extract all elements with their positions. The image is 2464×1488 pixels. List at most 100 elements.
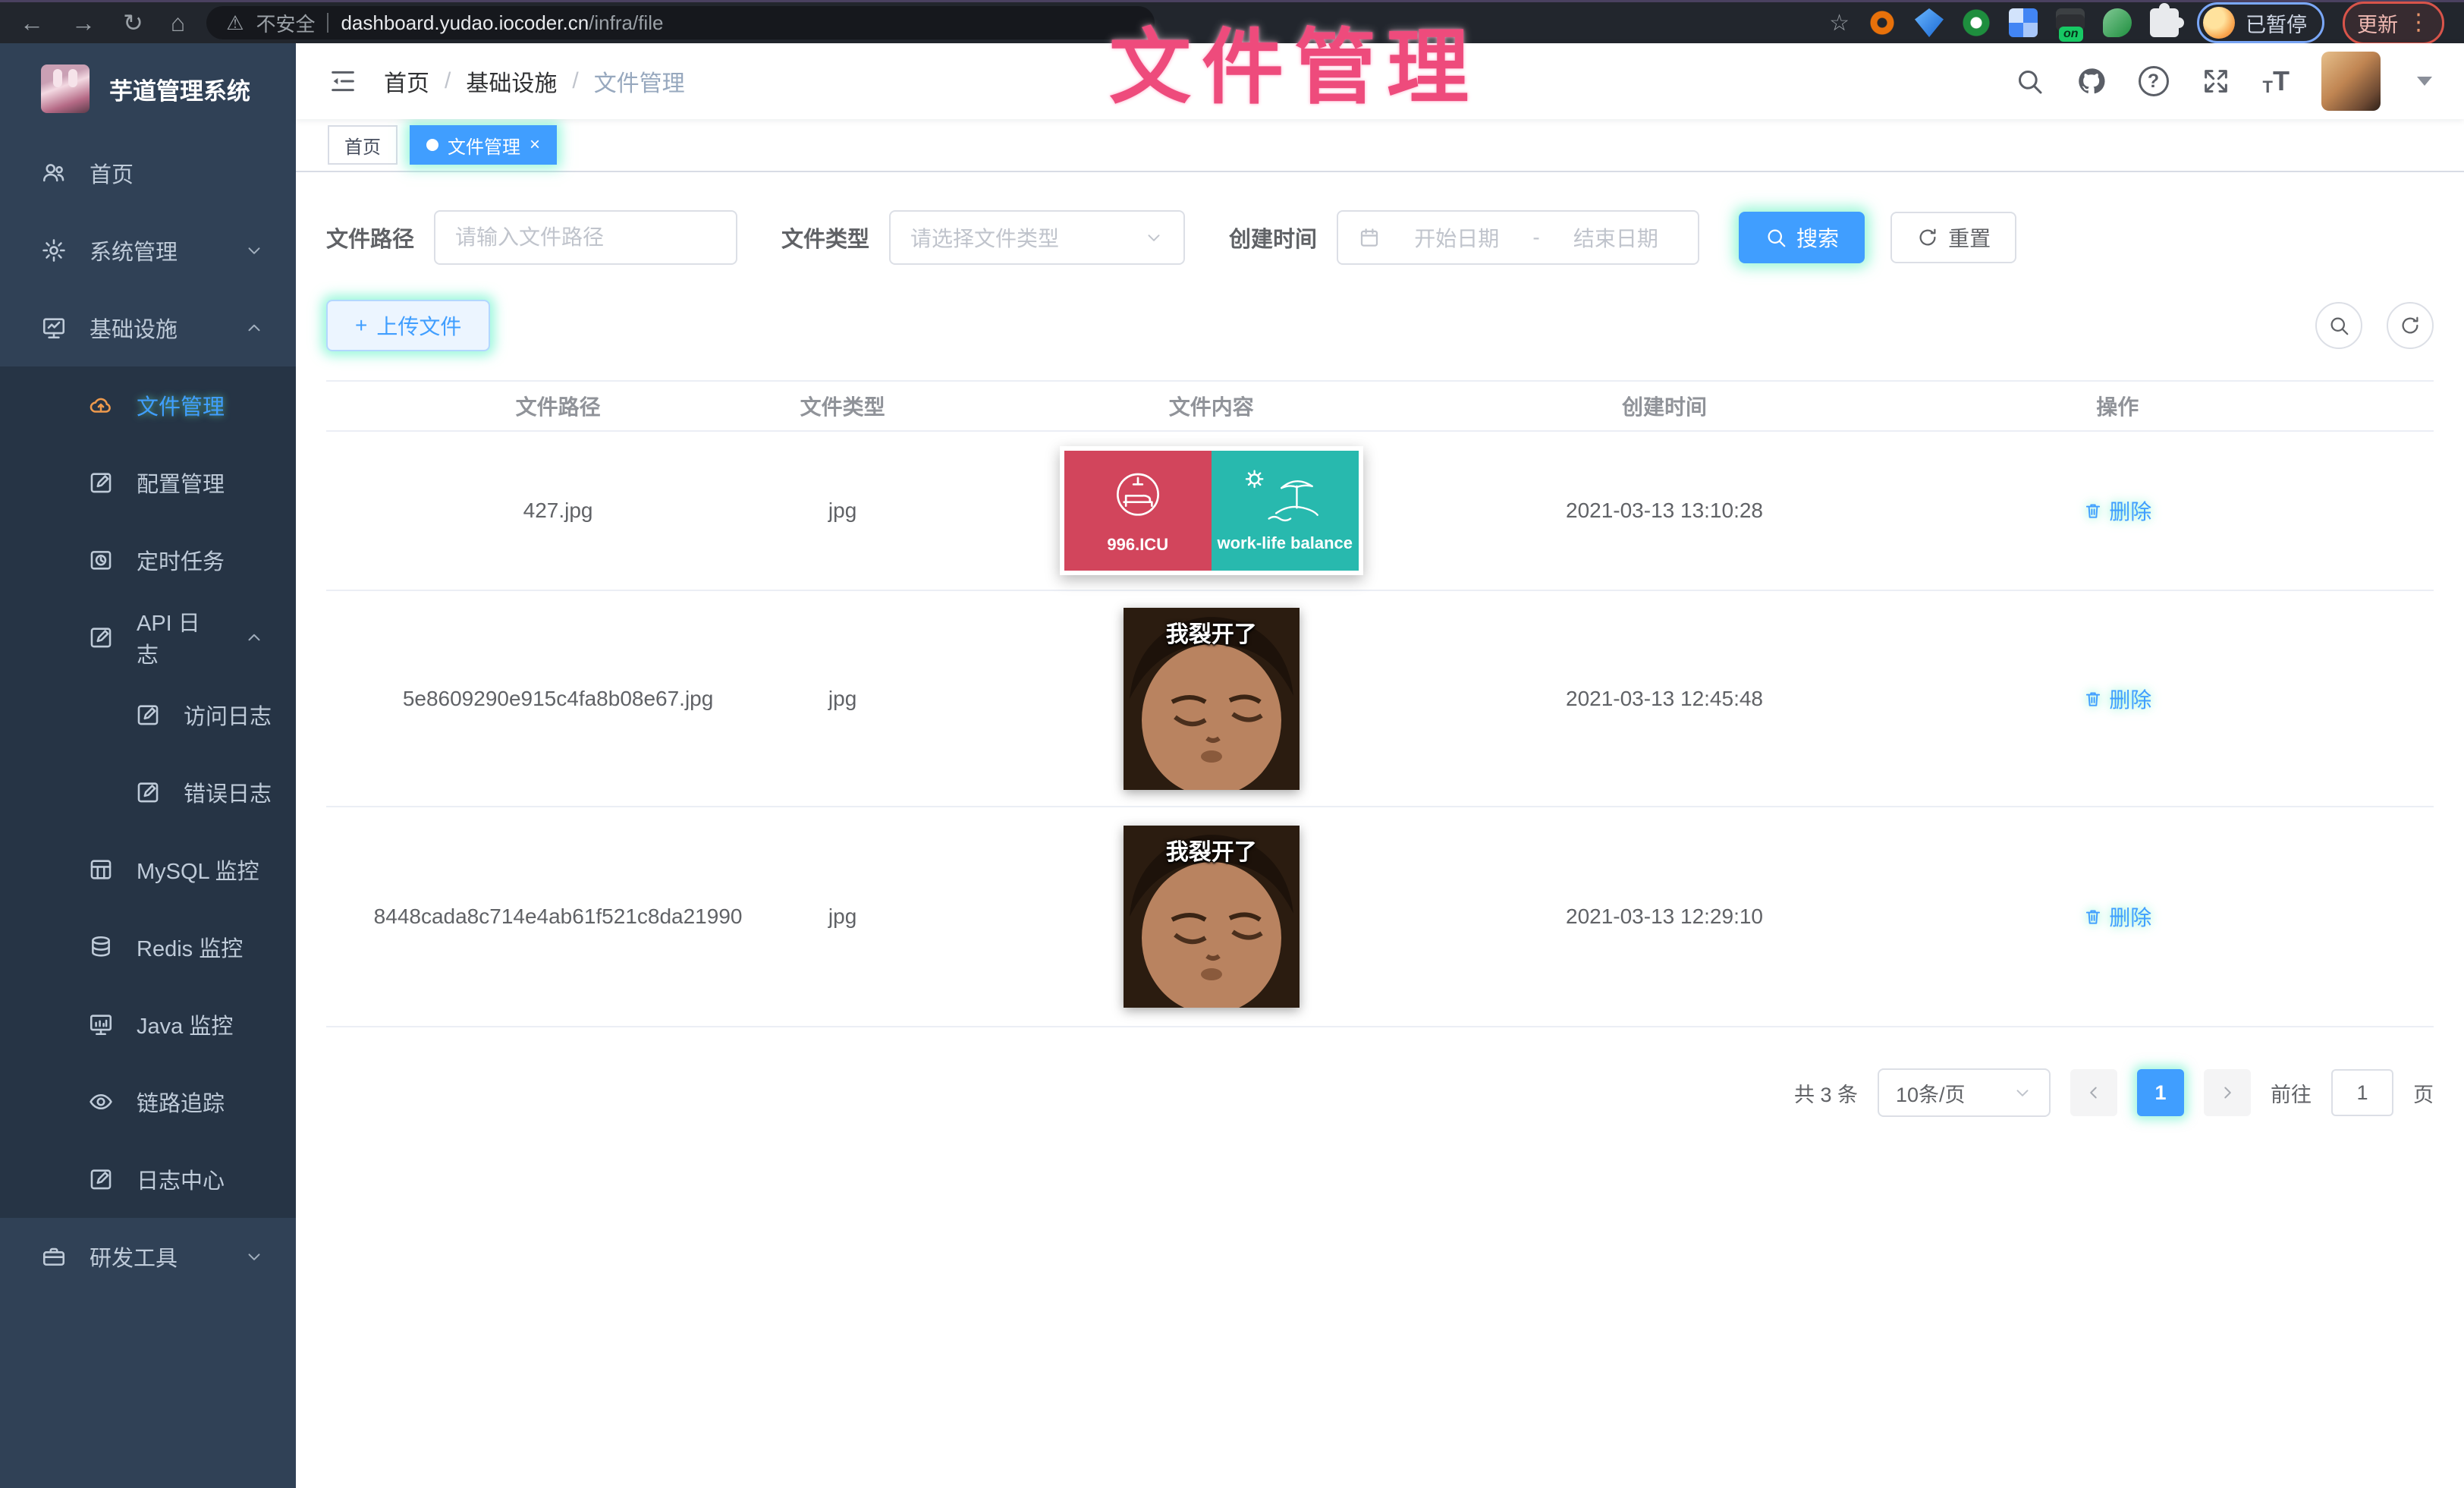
extension-on-icon[interactable]: on [2056,8,2085,37]
extension-green-icon[interactable] [1962,8,1991,37]
cell-file-type: jpg [790,678,895,720]
table-row: 5e8609290e915c4fa8b08e67.jpg jpg [326,591,2434,807]
extension-leaf-icon[interactable] [2103,8,2132,37]
sidebar-item-file[interactable]: 文件管理 [0,366,296,444]
path-input[interactable] [455,225,716,250]
breadcrumb-infra[interactable]: 基础设施 [466,64,557,98]
sidebar-item-api-log[interactable]: API 日志 [0,599,296,676]
cell-create-time: 2021-03-13 13:10:28 [1527,489,1801,532]
address-bar[interactable]: ⚠ 不安全 dashboard.yudao.iocoder.cn/infra/f… [206,6,1155,39]
chevron-up-icon [244,318,264,338]
reset-button[interactable]: 重置 [1890,212,2016,263]
page-number-button[interactable]: 1 [2137,1069,2184,1116]
sidebar-item-job[interactable]: 定时任务 [0,521,296,599]
edit-icon [88,470,114,495]
breadcrumb-home[interactable]: 首页 [384,64,429,98]
tag-home[interactable]: 首页 [328,125,398,165]
goto-page-input[interactable] [2331,1069,2393,1116]
tags-bar: 首页 文件管理 × [296,119,2464,172]
sidebar-item-error-log[interactable]: 错误日志 [0,753,296,831]
browser-update-button[interactable]: 更新 ⋮ [2343,2,2444,45]
search-icon[interactable] [2014,66,2044,96]
plus-icon: + [355,313,367,338]
back-icon[interactable]: ← [20,9,44,37]
github-icon[interactable] [2076,66,2107,96]
path-label: 文件路径 [326,222,414,253]
user-avatar[interactable] [2321,52,2381,111]
cell-create-time: 2021-03-13 12:29:10 [1527,895,1801,938]
sidebar-item-java[interactable]: Java 监控 [0,986,296,1063]
tag-close-icon[interactable]: × [530,134,540,156]
help-icon[interactable]: ? [2139,66,2169,96]
home-icon[interactable]: ⌂ [171,9,185,37]
pagination: 共 3 条 10条/页 1 前往 页 [326,1068,2434,1147]
delete-link[interactable]: 删除 [2083,901,2151,932]
eye-icon [88,1089,114,1115]
monitor-icon [41,315,67,341]
fullscreen-icon[interactable] [2201,66,2231,96]
gear-icon [41,238,67,263]
active-dot [426,139,438,151]
security-label: 不安全 [256,9,315,37]
forward-icon[interactable]: → [71,9,96,37]
extension-orange-icon[interactable] [1868,8,1897,37]
upload-file-button[interactable]: + 上传文件 [326,300,490,351]
prev-page-button[interactable] [2070,1069,2117,1116]
search-button[interactable]: 搜索 [1739,212,1865,263]
file-preview-996icu[interactable]: 996.ICU work-life balance [1060,446,1363,575]
app-logo-row[interactable]: 芋道管理系统 [0,43,296,134]
sidebar-item-mysql[interactable]: MySQL 监控 [0,831,296,908]
sidebar-item-system[interactable]: 系统管理 [0,212,296,289]
bookmark-star-icon[interactable]: ☆ [1829,10,1850,36]
sidebar-item-access-log[interactable]: 访问日志 [0,676,296,753]
sidebar-item-trace[interactable]: 链路追踪 [0,1063,296,1140]
page-size-select[interactable]: 10条/页 [1878,1068,2051,1117]
font-size-icon[interactable]: TT [2263,65,2290,97]
browser-profile-chip[interactable]: 已暂停 [2197,2,2324,43]
delete-link[interactable]: 删除 [2083,684,2151,714]
chevron-right-icon [2217,1083,2237,1103]
monitor-bars-icon [88,1011,114,1037]
sidebar-item-log-center[interactable]: 日志中心 [0,1140,296,1218]
table-row: 427.jpg jpg 996.ICU work-life balance [326,432,2434,591]
browser-menu-icon[interactable]: ⋮ [2407,14,2430,32]
extension-grid-icon[interactable] [2009,8,2038,37]
browser-chrome: ← → ↻ ⌂ ⚠ 不安全 dashboard.yudao.iocoder.cn… [0,0,2464,43]
total-count: 共 3 条 [1794,1078,1858,1108]
file-preview-meme[interactable]: 我裂开了 [1124,826,1300,1008]
users-icon [41,160,67,186]
sidebar-item-home[interactable]: 首页 [0,134,296,212]
trash-icon [2083,689,2103,709]
cell-create-time: 2021-03-13 12:45:48 [1527,678,1801,720]
toggle-search-button[interactable] [2315,302,2362,349]
file-preview-meme[interactable]: 我裂开了 [1124,608,1300,790]
hamburger-icon[interactable] [328,66,358,96]
extensions-puzzle-icon[interactable] [2150,8,2179,37]
tag-file-management[interactable]: 文件管理 × [410,125,557,165]
beach-icon [1240,468,1331,526]
sidebar-menu: 首页 系统管理 基础设施 文件管理 配置管理 定时任务 [0,134,296,1295]
bed-badge-icon [1108,467,1168,527]
delete-link[interactable]: 删除 [2083,495,2151,526]
trash-icon [2083,501,2103,521]
reload-icon[interactable]: ↻ [123,8,143,37]
sidebar: 芋道管理系统 首页 系统管理 基础设施 文件管理 [0,43,296,1488]
sidebar-item-config[interactable]: 配置管理 [0,444,296,521]
cell-file-path: 8448cada8c714e4ab61f521c8da21990 [326,895,790,938]
security-warning-icon: ⚠ [226,11,244,35]
next-page-button[interactable] [2204,1069,2251,1116]
sidebar-item-redis[interactable]: Redis 监控 [0,908,296,986]
refresh-table-button[interactable] [2387,302,2434,349]
calendar-icon [1358,226,1381,249]
date-range-picker[interactable]: 开始日期 - 结束日期 [1337,210,1699,265]
sidebar-item-devtools[interactable]: 研发工具 [0,1218,296,1295]
cell-file-path: 427.jpg [326,489,790,532]
chevron-up-icon [244,628,264,647]
content-area: 文件路径 文件类型 请选择文件类型 创建时间 开始日期 - 结束日期 [296,172,2464,1488]
caret-down-icon[interactable] [2417,77,2432,86]
sidebar-item-infra[interactable]: 基础设施 [0,289,296,366]
extension-gem-icon[interactable] [1915,8,1944,37]
toolbox-icon [41,1244,67,1269]
cell-file-type: jpg [790,895,895,938]
type-select[interactable]: 请选择文件类型 [889,210,1185,265]
